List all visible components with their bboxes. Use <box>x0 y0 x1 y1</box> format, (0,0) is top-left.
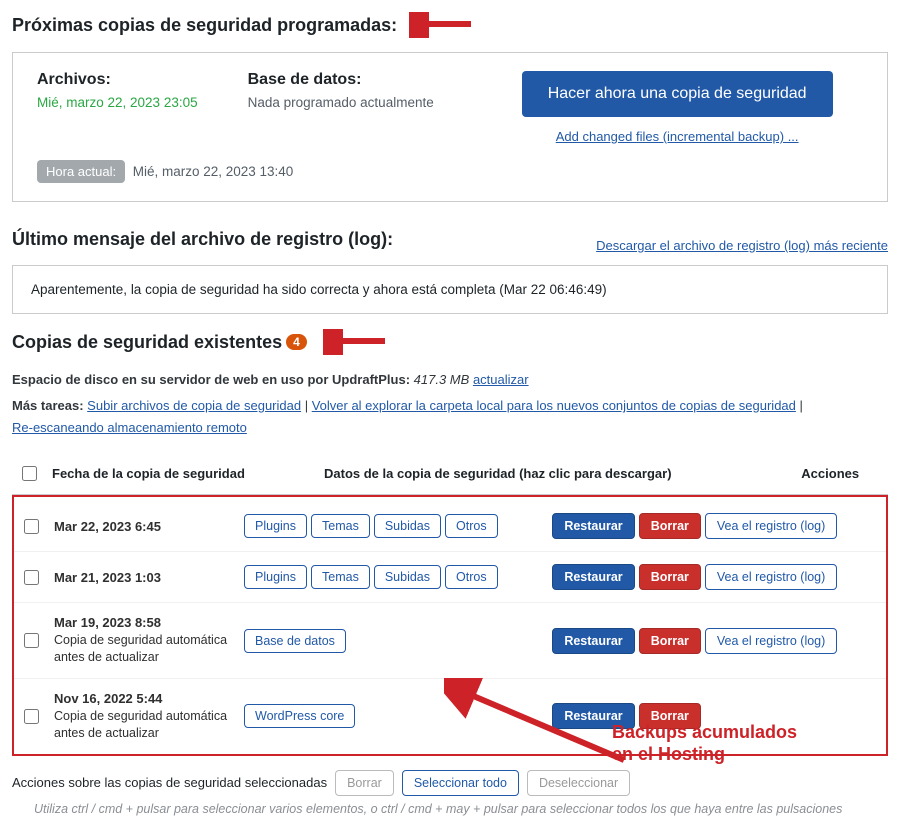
row-checkbox[interactable] <box>24 519 39 534</box>
row-checkbox[interactable] <box>24 709 39 724</box>
data-chip[interactable]: Temas <box>311 565 370 589</box>
scheduled-heading-text: Próximas copias de seguridad programadas… <box>12 15 397 36</box>
existing-heading-text: Copias de seguridad existentes <box>12 332 282 353</box>
annotation-highlight-box: Mar 22, 2023 6:45PluginsTemasSubidasOtro… <box>12 495 888 756</box>
database-next-time: Nada programado actualmente <box>248 95 434 110</box>
actions-cell: RestaurarBorrarVea el registro (log) <box>546 603 886 679</box>
col-date-header: Fecha de la copia de seguridad <box>46 453 318 495</box>
scheduled-heading: Próximas copias de seguridad programadas… <box>12 12 888 38</box>
delete-button[interactable]: Borrar <box>639 513 701 539</box>
database-block: Base de datos: Nada programado actualmen… <box>248 71 434 144</box>
row-checkbox[interactable] <box>24 570 39 585</box>
delete-button[interactable]: Borrar <box>639 628 701 654</box>
backup-data-cell: PluginsTemasSubidasOtros <box>238 501 546 552</box>
rescan-remote-link[interactable]: Re-escaneando almacenamiento remoto <box>12 417 247 439</box>
select-all-checkbox[interactable] <box>22 466 37 481</box>
restore-button[interactable]: Restaurar <box>552 628 634 654</box>
deselect-button[interactable]: Deseleccionar <box>527 770 630 796</box>
backup-date: Mar 22, 2023 6:45 <box>48 501 238 552</box>
current-time-label: Hora actual: <box>37 160 125 183</box>
last-log-heading: Último mensaje del archivo de registro (… <box>12 229 393 250</box>
actions-cell: RestaurarBorrar <box>546 679 886 754</box>
bulk-hint: Utiliza ctrl / cmd + pulsar para selecci… <box>34 802 888 816</box>
backup-data-cell: PluginsTemasSubidasOtros <box>238 552 546 603</box>
backup-table: Fecha de la copia de seguridad Datos de … <box>12 453 888 495</box>
actions-cell: RestaurarBorrarVea el registro (log) <box>546 552 886 603</box>
data-chip[interactable]: Otros <box>445 565 498 589</box>
refresh-disk-link[interactable]: actualizar <box>473 369 529 391</box>
disk-usage-label: Espacio de disco en su servidor de web e… <box>12 372 410 387</box>
more-tasks-label: Más tareas: <box>12 398 84 413</box>
col-actions-header: Acciones <box>795 453 888 495</box>
existing-heading: Copias de seguridad existentes 4 <box>12 329 888 355</box>
delete-button[interactable]: Borrar <box>639 564 701 590</box>
backup-data-cell: Base de datos <box>238 603 546 679</box>
current-time-value: Mié, marzo 22, 2023 13:40 <box>133 164 294 179</box>
data-chip[interactable]: WordPress core <box>244 704 355 728</box>
data-chip[interactable]: Base de datos <box>244 629 346 653</box>
backup-date: Mar 21, 2023 1:03 <box>48 552 238 603</box>
restore-button[interactable]: Restaurar <box>552 703 634 729</box>
database-heading: Base de datos: <box>248 71 434 89</box>
data-chip[interactable]: Subidas <box>374 514 441 538</box>
restore-button[interactable]: Restaurar <box>552 513 634 539</box>
backup-date: Nov 16, 2022 5:44Copia de seguridad auto… <box>48 679 238 754</box>
disk-usage-value: 417.3 MB <box>414 372 470 387</box>
backup-data-cell: WordPress core <box>238 679 546 754</box>
view-log-button[interactable]: Vea el registro (log) <box>705 628 837 654</box>
rescan-local-link[interactable]: Volver al explorar la carpeta local para… <box>312 395 796 417</box>
restore-button[interactable]: Restaurar <box>552 564 634 590</box>
annotation-arrow-icon <box>409 12 479 38</box>
disk-usage-line: Espacio de disco en su servidor de web e… <box>12 369 888 391</box>
actions-cell: RestaurarBorrarVea el registro (log) <box>546 501 886 552</box>
data-chip[interactable]: Plugins <box>244 565 307 589</box>
annotation-arrow-icon <box>323 329 393 355</box>
data-chip[interactable]: Subidas <box>374 565 441 589</box>
backup-date: Mar 19, 2023 8:58Copia de seguridad auto… <box>48 603 238 679</box>
files-block: Archivos: Mié, marzo 22, 2023 23:05 <box>37 71 198 144</box>
table-row: Mar 19, 2023 8:58Copia de seguridad auto… <box>14 603 886 679</box>
files-heading: Archivos: <box>37 71 198 89</box>
download-log-link[interactable]: Descargar el archivo de registro (log) m… <box>596 238 888 253</box>
more-tasks-line: Más tareas: Subir archivos de copia de s… <box>12 395 888 439</box>
backup-count-badge: 4 <box>286 334 307 350</box>
select-all-button[interactable]: Seleccionar todo <box>402 770 519 796</box>
upload-backup-link[interactable]: Subir archivos de copia de seguridad <box>87 395 301 417</box>
scheduled-panel: Archivos: Mié, marzo 22, 2023 23:05 Base… <box>12 52 888 202</box>
view-log-button[interactable]: Vea el registro (log) <box>705 564 837 590</box>
view-log-button[interactable]: Vea el registro (log) <box>705 513 837 539</box>
col-data-header: Datos de la copia de seguridad (haz clic… <box>318 453 795 495</box>
log-message: Aparentemente, la copia de seguridad ha … <box>12 265 888 314</box>
delete-button[interactable]: Borrar <box>639 703 701 729</box>
bulk-delete-button[interactable]: Borrar <box>335 770 394 796</box>
files-next-time: Mié, marzo 22, 2023 23:05 <box>37 95 198 110</box>
bulk-actions-bar: Acciones sobre las copias de seguridad s… <box>12 770 888 796</box>
table-row: Mar 21, 2023 1:03PluginsTemasSubidasOtro… <box>14 552 886 603</box>
row-checkbox[interactable] <box>24 633 39 648</box>
data-chip[interactable]: Otros <box>445 514 498 538</box>
bulk-actions-label: Acciones sobre las copias de seguridad s… <box>12 775 327 790</box>
backup-now-button[interactable]: Hacer ahora una copia de seguridad <box>522 71 833 117</box>
table-row: Nov 16, 2022 5:44Copia de seguridad auto… <box>14 679 886 754</box>
data-chip[interactable]: Plugins <box>244 514 307 538</box>
data-chip[interactable]: Temas <box>311 514 370 538</box>
incremental-backup-link[interactable]: Add changed files (incremental backup) .… <box>556 129 799 144</box>
table-row: Mar 22, 2023 6:45PluginsTemasSubidasOtro… <box>14 501 886 552</box>
